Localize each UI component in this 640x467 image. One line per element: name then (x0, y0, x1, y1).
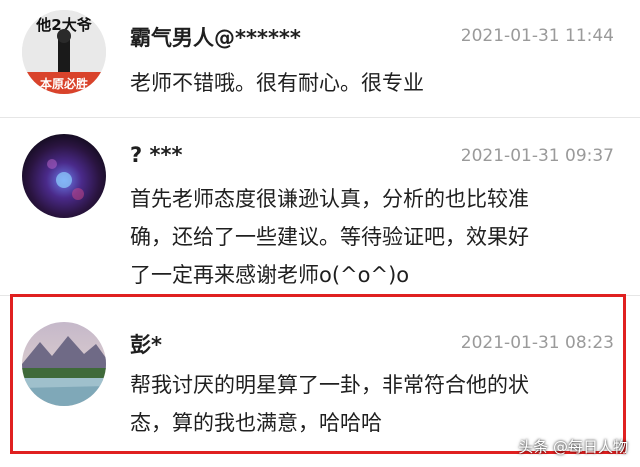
comment-text-line: 了一定再来感谢老师o(^o^)o (130, 263, 410, 287)
avatar[interactable]: 他2大爷 本原必胜 (22, 10, 106, 94)
timestamp: 2021-01-31 09:37 (460, 146, 614, 166)
divider (0, 117, 640, 118)
avatar[interactable] (22, 322, 106, 406)
comment-text: 老师不错哦。很有耐心。很专业 (130, 71, 424, 95)
comment-text-line: 帮我讨厌的明星算了一卦，非常符合他的状 (130, 373, 529, 397)
avatar-image: 他2大爷 本原必胜 (22, 10, 106, 94)
comment-text-line: 确，还给了一些建议。等待验证吧，效果好 (130, 225, 529, 249)
avatar[interactable] (22, 134, 106, 218)
watermark: 头条 @每日人物 (518, 438, 628, 456)
avatar-image (22, 322, 106, 406)
comment-text: 首先老师态度很谦逊认真，分析的也比较准 确，还给了一些建议。等待验证吧，效果好 … (130, 180, 618, 294)
comment-text-line: 首先老师态度很谦逊认真，分析的也比较准 (130, 187, 529, 211)
username[interactable]: ? *** (130, 143, 182, 167)
username[interactable]: 霸气男人@****** (130, 22, 301, 52)
username[interactable]: 彭* (130, 329, 162, 359)
avatar-image (22, 134, 106, 218)
timestamp: 2021-01-31 11:44 (460, 26, 614, 46)
avatar-text-bottom: 本原必胜 (40, 76, 88, 91)
comment-text: 帮我讨厌的明星算了一卦，非常符合他的状 态，算的我也满意，哈哈哈 (130, 366, 618, 442)
timestamp: 2021-01-31 08:23 (460, 333, 614, 353)
